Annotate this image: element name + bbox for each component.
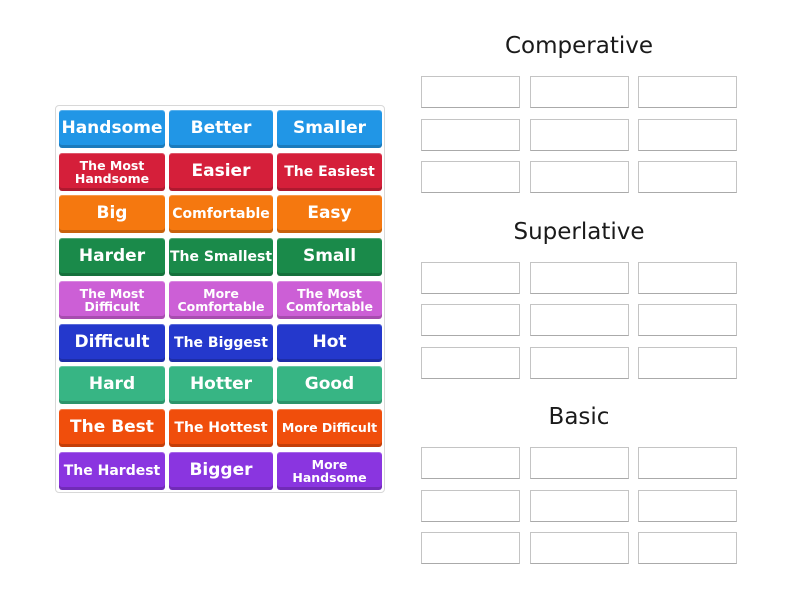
word-tile-label: The Hottest bbox=[174, 419, 268, 436]
group-title-comperative: Comperative bbox=[504, 33, 653, 59]
word-tile-label: Bigger bbox=[189, 460, 253, 481]
drop-slot-basic[interactable] bbox=[530, 490, 629, 522]
word-tile[interactable]: The Most Handsome bbox=[59, 153, 165, 191]
word-tile-label: The Most Comfortable bbox=[285, 285, 374, 314]
word-tile[interactable]: Bigger bbox=[169, 452, 273, 490]
word-tile[interactable]: Harder bbox=[59, 238, 165, 276]
word-tile[interactable]: More Comfortable bbox=[169, 281, 273, 319]
word-tile-label: More Handsome bbox=[292, 456, 367, 485]
word-tile[interactable]: The Best bbox=[59, 409, 165, 447]
word-tile-label: Hotter bbox=[189, 374, 253, 395]
word-tile-label: Better bbox=[190, 118, 252, 139]
drop-slot-superlative[interactable] bbox=[638, 304, 737, 336]
word-tile[interactable]: Easier bbox=[169, 153, 273, 191]
word-tile[interactable]: Smaller bbox=[277, 110, 382, 148]
word-tile-label: Comfortable bbox=[172, 205, 270, 222]
drop-slot-basic[interactable] bbox=[530, 447, 629, 479]
drop-slot-comperative[interactable] bbox=[638, 161, 737, 193]
word-tile[interactable]: More Difficult bbox=[277, 409, 382, 447]
group-title-basic: Basic bbox=[548, 404, 610, 430]
word-tile[interactable]: Hotter bbox=[169, 366, 273, 404]
drop-slot-basic[interactable] bbox=[638, 532, 737, 564]
word-tile-label: The Hardest bbox=[63, 462, 161, 479]
word-tile-label: Harder bbox=[78, 246, 146, 267]
word-tile-label: More Comfortable bbox=[177, 285, 265, 314]
word-tile[interactable]: Handsome bbox=[59, 110, 165, 148]
word-tile-label: Easier bbox=[191, 161, 251, 182]
word-tile-label: Handsome bbox=[61, 118, 163, 139]
word-tile-label: More Difficult bbox=[281, 420, 378, 436]
drop-slot-comperative[interactable] bbox=[638, 76, 737, 108]
word-tile-label: Big bbox=[96, 203, 128, 224]
word-tile[interactable]: Easy bbox=[277, 195, 382, 233]
word-tile-label: Small bbox=[302, 246, 357, 267]
word-tile[interactable]: Hard bbox=[59, 366, 165, 404]
drop-slot-basic[interactable] bbox=[421, 447, 520, 479]
drop-slot-superlative[interactable] bbox=[638, 262, 737, 294]
word-tile[interactable]: The Hardest bbox=[59, 452, 165, 490]
drop-slot-basic[interactable] bbox=[530, 532, 629, 564]
word-tile-label: The Best bbox=[70, 417, 154, 438]
word-tile-label: Difficult bbox=[74, 332, 150, 353]
word-tile[interactable]: The Biggest bbox=[169, 324, 273, 362]
word-tile-label: The Most Handsome bbox=[74, 157, 150, 186]
drop-slot-comperative[interactable] bbox=[421, 119, 520, 151]
drop-slot-superlative[interactable] bbox=[421, 347, 520, 379]
drop-slot-comperative[interactable] bbox=[638, 119, 737, 151]
word-tile[interactable]: The Easiest bbox=[277, 153, 382, 191]
word-tile-label: Easy bbox=[307, 203, 352, 224]
word-tile[interactable]: Comfortable bbox=[169, 195, 273, 233]
word-tile-label: The Biggest bbox=[174, 334, 268, 351]
group-title-superlative: Superlative bbox=[513, 219, 645, 245]
word-tile-label: Good bbox=[304, 374, 355, 395]
word-tile-label: The Most Difficult bbox=[79, 285, 145, 314]
word-tile[interactable]: More Handsome bbox=[277, 452, 382, 490]
word-tile[interactable]: Difficult bbox=[59, 324, 165, 362]
word-tile-label: Smaller bbox=[293, 118, 366, 139]
drop-slot-basic[interactable] bbox=[638, 447, 737, 479]
word-tile[interactable]: Small bbox=[277, 238, 382, 276]
drop-slot-comperative[interactable] bbox=[530, 76, 629, 108]
word-tile[interactable]: Hot bbox=[277, 324, 382, 362]
drop-slot-superlative[interactable] bbox=[421, 262, 520, 294]
drop-slot-superlative[interactable] bbox=[638, 347, 737, 379]
drop-slot-superlative[interactable] bbox=[421, 304, 520, 336]
drop-slot-comperative[interactable] bbox=[530, 161, 629, 193]
drop-slot-superlative[interactable] bbox=[530, 347, 629, 379]
word-tile[interactable]: The Hottest bbox=[169, 409, 273, 447]
drop-slot-basic[interactable] bbox=[421, 490, 520, 522]
word-tile-label: Hard bbox=[88, 374, 136, 395]
drop-slot-superlative[interactable] bbox=[530, 304, 629, 336]
word-tile[interactable]: Good bbox=[277, 366, 382, 404]
word-tile[interactable]: Better bbox=[169, 110, 273, 148]
drop-slot-basic[interactable] bbox=[421, 532, 520, 564]
drop-slot-basic[interactable] bbox=[638, 490, 737, 522]
drop-slot-comperative[interactable] bbox=[421, 161, 520, 193]
word-tile[interactable]: The Most Comfortable bbox=[277, 281, 382, 319]
word-tile[interactable]: The Most Difficult bbox=[59, 281, 165, 319]
word-tile[interactable]: The Smallest bbox=[169, 238, 273, 276]
drop-slot-comperative[interactable] bbox=[530, 119, 629, 151]
drop-slot-superlative[interactable] bbox=[530, 262, 629, 294]
word-tile-label: Hot bbox=[312, 332, 347, 353]
word-tile-label: The Smallest bbox=[169, 248, 273, 265]
word-tile[interactable]: Big bbox=[59, 195, 165, 233]
word-tile-label: The Easiest bbox=[284, 163, 375, 180]
drop-slot-comperative[interactable] bbox=[421, 76, 520, 108]
